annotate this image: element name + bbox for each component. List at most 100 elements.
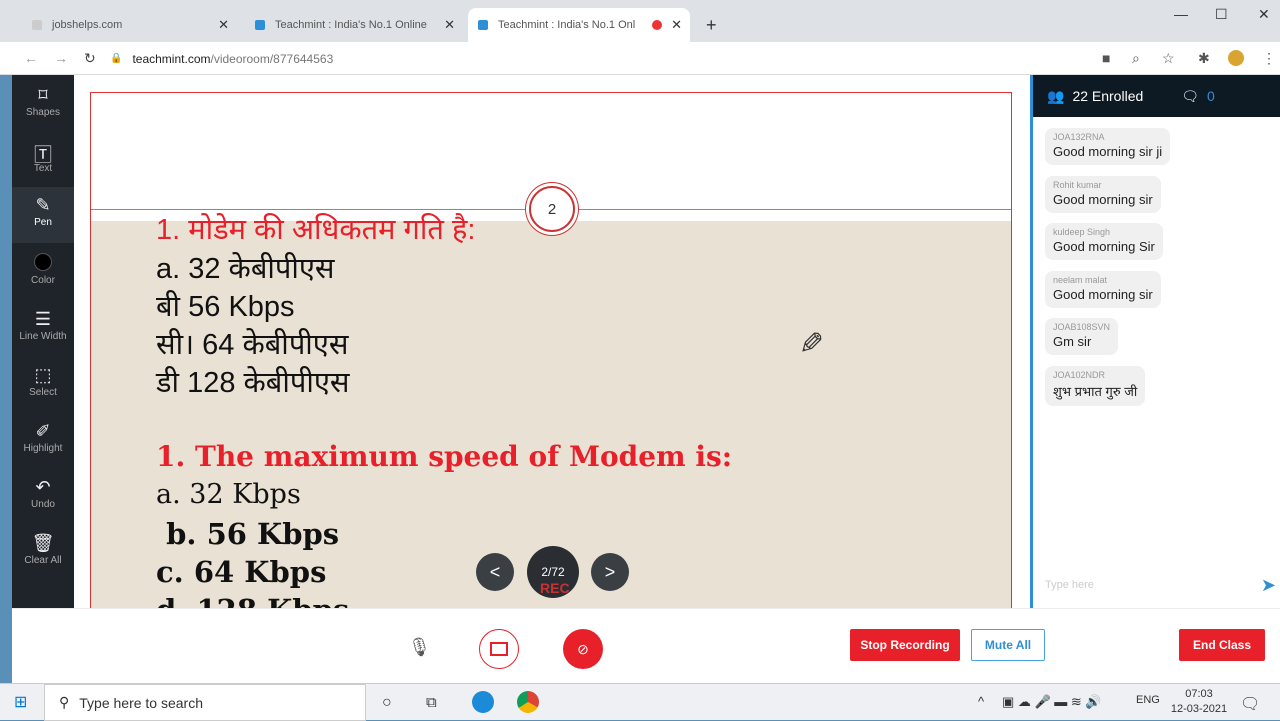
- video-off-button[interactable]: ⊘: [563, 629, 603, 669]
- chevron-up-icon[interactable]: ^: [978, 694, 984, 709]
- edge-icon[interactable]: [472, 691, 494, 713]
- pen-cursor-icon: ✎: [793, 329, 827, 356]
- square-icon: ⌑: [38, 85, 48, 105]
- end-class-button[interactable]: End Class: [1179, 629, 1265, 661]
- url-domain: teachmint.com: [132, 51, 211, 66]
- close-icon[interactable]: ✕: [444, 17, 455, 33]
- star-icon[interactable]: ☆: [1162, 50, 1175, 67]
- chat-icon[interactable]: 🗨: [1181, 88, 1199, 105]
- prev-slide-button[interactable]: <: [476, 553, 514, 591]
- taskbar-search[interactable]: ⚲ Type here to search: [44, 684, 366, 721]
- message-text: Good morning sir: [1053, 287, 1153, 302]
- recording-icon: [652, 20, 662, 30]
- class-controls: 🎙 ⊘ Stop Recording Mute All End Class: [12, 608, 1280, 683]
- tool-clear-all[interactable]: 🗑 Clear All: [12, 525, 74, 581]
- tool-select[interactable]: ⬚ Select: [12, 357, 74, 413]
- tool-line-width[interactable]: ☰ Line Width: [12, 301, 74, 357]
- new-tab-button[interactable]: +: [696, 8, 727, 42]
- hindi-option: सी। 64 केबीपीएस: [156, 329, 349, 361]
- lines-icon: ☰: [34, 309, 52, 329]
- minimize-icon[interactable]: —: [1174, 6, 1188, 22]
- slide: 1. मोडेम की अधिकतम गति है: a. 32 केबीपीए…: [90, 92, 1012, 608]
- chat-message: kuldeep Singh Good morning Sir: [1045, 223, 1163, 260]
- whiteboard-toolbar: ⌑ Shapes 🅃 Text ✎ Pen Color ☰ Line Width ⬚ Se…: [12, 75, 74, 608]
- back-icon[interactable]: ←: [24, 50, 38, 66]
- next-slide-button[interactable]: >: [591, 553, 629, 591]
- panel-header: 👥 22 Enrolled 🗨 0: [1033, 75, 1280, 117]
- language-indicator[interactable]: ENG: [1136, 694, 1160, 706]
- screen-share-button[interactable]: [479, 629, 519, 669]
- time: 07:03: [1185, 688, 1213, 700]
- reload-icon[interactable]: ↻: [84, 50, 96, 67]
- tool-label: Color: [31, 275, 55, 286]
- tab-teachmint-active[interactable]: Teachmint : India's No.1 Onl ✕: [468, 8, 690, 42]
- zoom-icon[interactable]: ⌕: [1132, 50, 1140, 67]
- windows-start-icon[interactable]: ⊞: [14, 692, 27, 712]
- tab-teachmint-1[interactable]: Teachmint : India's No.1 Online ✕: [245, 8, 463, 42]
- sender: JOA132RNA: [1053, 132, 1105, 142]
- task-view-icon[interactable]: ⧉: [426, 694, 437, 711]
- english-option: b. 56 Kbps: [156, 517, 340, 551]
- dropper-icon: ✐: [35, 421, 51, 441]
- enrolled-tab[interactable]: 22 Enrolled: [1072, 88, 1143, 104]
- stop-recording-button[interactable]: Stop Recording: [850, 629, 960, 661]
- chat-message: JOAB108SVN Gm sir: [1045, 318, 1119, 355]
- chat-message: JOA102NDR शुभ प्रभात गुरु जी: [1045, 366, 1146, 406]
- search-placeholder: Type here to search: [79, 694, 204, 711]
- camera-icon[interactable]: ■: [1102, 50, 1110, 66]
- tool-label: Text: [33, 163, 53, 174]
- circle-icon: [12, 253, 74, 275]
- tool-label: Clear All: [24, 555, 62, 566]
- avatar[interactable]: [1228, 50, 1244, 66]
- tool-pen[interactable]: ✎ Pen: [12, 187, 74, 243]
- microphone-icon[interactable]: 🎙: [408, 637, 431, 658]
- close-icon[interactable]: ✕: [671, 17, 682, 33]
- screen-share-icon: [490, 642, 508, 656]
- tool-undo[interactable]: ↶ Undo: [12, 469, 74, 525]
- tool-label: Line Width: [19, 331, 67, 342]
- tool-label: Highlight: [23, 443, 63, 454]
- favicon-icon: [255, 20, 265, 30]
- message-text: Good morning sir: [1053, 192, 1153, 207]
- pen-icon: ✎: [35, 195, 51, 215]
- chrome-icon[interactable]: [517, 691, 539, 713]
- hindi-option: डी 128 केबीपीएस: [156, 367, 350, 399]
- tab-jobshelps[interactable]: jobshelps.com ✕: [22, 8, 237, 42]
- tool-label: Undo: [31, 499, 55, 510]
- menu-icon[interactable]: ⋮: [1262, 50, 1276, 67]
- mute-all-button[interactable]: Mute All: [971, 629, 1045, 661]
- date: 12-03-2021: [1170, 703, 1228, 715]
- url-field[interactable]: 🔒 teachmint.com/videoroom/877644563: [110, 46, 1090, 71]
- chat-input[interactable]: Type here ➤: [1033, 565, 1280, 605]
- tray-icons[interactable]: ▣ ☁ 🎤 ▬ ≋ 🔊: [1002, 694, 1102, 710]
- slide-marker: 2: [529, 186, 575, 232]
- hindi-option: बी 56 Kbps: [156, 291, 295, 323]
- extensions-icon[interactable]: ✱: [1198, 50, 1210, 67]
- tool-shapes[interactable]: ⌑ Shapes: [12, 77, 74, 133]
- trash-icon: 🗑: [31, 533, 55, 553]
- tool-text[interactable]: 🅃 Text: [12, 133, 74, 189]
- browser-tab-bar: jobshelps.com ✕ Teachmint : India's No.1 …: [0, 0, 1280, 42]
- url-path: /videoroom/877644563: [210, 51, 334, 66]
- tab-label: Teachmint : India's No.1 Onl: [498, 19, 636, 31]
- sender: JOAB108SVN: [1053, 322, 1111, 332]
- tool-color[interactable]: Color: [12, 245, 74, 301]
- tool-highlight[interactable]: ✐ Highlight: [12, 413, 74, 469]
- forward-icon[interactable]: →: [54, 50, 68, 66]
- tab-label: jobshelps.com: [52, 19, 123, 31]
- chat-message: Rohit kumar Good morning sir: [1045, 176, 1161, 213]
- close-window-icon[interactable]: ✕: [1258, 6, 1270, 23]
- cortana-icon[interactable]: ○: [382, 694, 392, 712]
- english-option: d. 128 Kbps: [156, 593, 349, 608]
- tool-label: Shapes: [26, 107, 60, 118]
- close-icon[interactable]: ✕: [218, 17, 229, 33]
- side-panel: 👥 22 Enrolled 🗨 0 JOA132RNA Good morning …: [1030, 75, 1280, 608]
- chat-message: JOA132RNA Good morning sir ji: [1045, 128, 1171, 165]
- hindi-option: a. 32 केबीपीएस: [156, 253, 335, 285]
- notifications-icon[interactable]: 🗨: [1240, 694, 1260, 714]
- send-icon[interactable]: ➤: [1261, 575, 1276, 596]
- sender: Rohit kumar: [1053, 180, 1102, 190]
- clock[interactable]: 07:03 12-03-2021: [1170, 687, 1228, 717]
- maximize-icon[interactable]: ☐: [1215, 6, 1228, 23]
- rec-indicator: REC: [540, 580, 570, 596]
